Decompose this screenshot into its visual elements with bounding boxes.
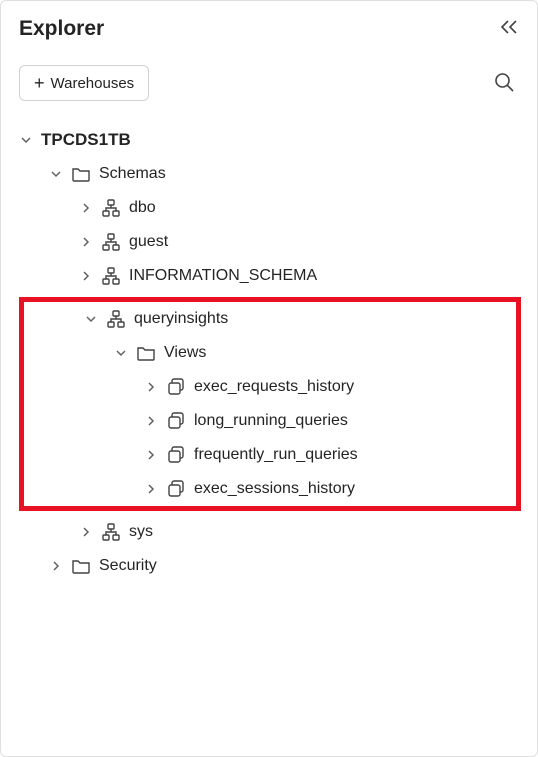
schema-icon	[101, 232, 121, 252]
tree-node-schema-sys[interactable]: sys	[19, 515, 519, 549]
chevron-down-icon	[49, 168, 63, 180]
view-exec-requests-history-label: exec_requests_history	[194, 378, 354, 396]
view-long-running-queries-label: long_running_queries	[194, 412, 348, 430]
tree-node-schemas[interactable]: Schemas	[19, 157, 519, 191]
explorer-panel: Explorer + Warehouses TPCDS1TB	[1, 1, 537, 599]
tree-node-view-exec-requests-history[interactable]: exec_requests_history	[24, 370, 508, 404]
schema-information-schema-label: INFORMATION_SCHEMA	[129, 267, 317, 285]
search-button[interactable]	[489, 67, 519, 100]
tree-node-view-long-running-queries[interactable]: long_running_queries	[24, 404, 508, 438]
highlight-annotation: queryinsights Views exec_requests_hist	[19, 297, 521, 511]
schema-icon	[106, 309, 126, 329]
tree-node-schema-dbo[interactable]: dbo	[19, 191, 519, 225]
warehouses-button-label: Warehouses	[51, 75, 135, 92]
tree-node-view-exec-sessions-history[interactable]: exec_sessions_history	[24, 472, 508, 506]
schema-queryinsights-label: queryinsights	[134, 310, 228, 328]
security-label: Security	[99, 557, 157, 575]
schema-dbo-label: dbo	[129, 199, 156, 217]
add-warehouses-button[interactable]: + Warehouses	[19, 65, 149, 101]
schema-icon	[101, 198, 121, 218]
search-icon	[493, 71, 515, 93]
folder-icon	[71, 164, 91, 184]
views-label: Views	[164, 344, 206, 362]
double-chevron-left-icon	[499, 19, 519, 35]
chevron-right-icon	[79, 526, 93, 538]
tree: TPCDS1TB Schemas dbo	[19, 123, 519, 583]
tree-node-security[interactable]: Security	[19, 549, 519, 583]
chevron-right-icon	[144, 415, 158, 427]
chevron-right-icon	[49, 560, 63, 572]
chevron-down-icon	[84, 313, 98, 325]
database-label: TPCDS1TB	[41, 130, 131, 150]
view-exec-sessions-history-label: exec_sessions_history	[194, 480, 355, 498]
plus-icon: +	[34, 74, 45, 92]
schema-guest-label: guest	[129, 233, 168, 251]
collapse-panel-button[interactable]	[499, 19, 519, 40]
chevron-right-icon	[144, 449, 158, 461]
folder-icon	[136, 343, 156, 363]
schema-icon	[101, 522, 121, 542]
folder-icon	[71, 556, 91, 576]
tree-node-schema-guest[interactable]: guest	[19, 225, 519, 259]
view-frequently-run-queries-label: frequently_run_queries	[194, 446, 358, 464]
view-icon	[166, 445, 186, 465]
chevron-down-icon	[19, 134, 33, 146]
view-icon	[166, 411, 186, 431]
tree-node-schema-information-schema[interactable]: INFORMATION_SCHEMA	[19, 259, 519, 293]
toolbar: + Warehouses	[19, 65, 519, 101]
schema-icon	[101, 266, 121, 286]
tree-node-database[interactable]: TPCDS1TB	[19, 123, 519, 157]
tree-node-schema-queryinsights[interactable]: queryinsights	[24, 302, 508, 336]
view-icon	[166, 479, 186, 499]
chevron-right-icon	[79, 270, 93, 282]
tree-node-views[interactable]: Views	[24, 336, 508, 370]
chevron-right-icon	[144, 381, 158, 393]
chevron-right-icon	[79, 236, 93, 248]
tree-node-view-frequently-run-queries[interactable]: frequently_run_queries	[24, 438, 508, 472]
view-icon	[166, 377, 186, 397]
panel-header: Explorer	[19, 17, 519, 41]
schemas-label: Schemas	[99, 165, 166, 183]
chevron-right-icon	[79, 202, 93, 214]
panel-title: Explorer	[19, 17, 104, 41]
chevron-down-icon	[114, 347, 128, 359]
chevron-right-icon	[144, 483, 158, 495]
schema-sys-label: sys	[129, 523, 153, 541]
